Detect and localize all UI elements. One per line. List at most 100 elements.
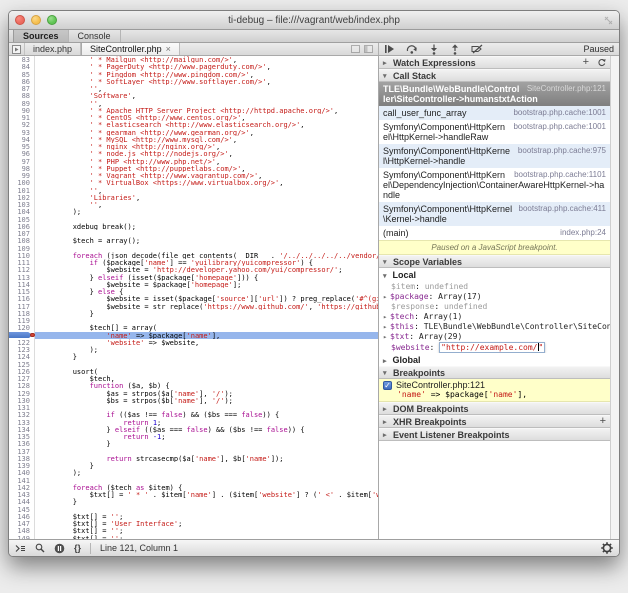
line-number[interactable]: 96 bbox=[9, 150, 35, 157]
close-tab-icon[interactable]: × bbox=[166, 44, 171, 54]
code-line[interactable]: 131 bbox=[9, 404, 378, 411]
scope-variable-row[interactable]: ▸$package: Array(17) bbox=[379, 291, 610, 301]
line-number[interactable]: 91 bbox=[9, 114, 35, 121]
call-stack-frame[interactable]: bootstrap.php.cache:1001Symfony\Componen… bbox=[379, 120, 610, 144]
line-number[interactable]: 84 bbox=[9, 63, 35, 70]
code-editor[interactable]: 83 ' * Mailgun <http://mailgun.com/>',84… bbox=[9, 56, 379, 539]
code-line[interactable]: 107 bbox=[9, 230, 378, 237]
line-number[interactable]: 113 bbox=[9, 274, 35, 281]
scope-local-group[interactable]: ▾ Local bbox=[379, 268, 610, 281]
line-number[interactable]: 107 bbox=[9, 230, 35, 237]
code-line[interactable]: 134 } elseif (($as === false) && ($bs !=… bbox=[9, 426, 378, 433]
code-line[interactable]: 127 $tech, bbox=[9, 375, 378, 382]
code-line[interactable]: 135 return -1; bbox=[9, 433, 378, 440]
line-number[interactable]: 102 bbox=[9, 194, 35, 201]
code-line[interactable]: 113 } elseif (isset($package['homepage']… bbox=[9, 274, 378, 281]
code-line[interactable]: 95 ' * nginx <http://nginx.org/>', bbox=[9, 143, 378, 150]
code-line[interactable]: 116 $website = isset($package['source'][… bbox=[9, 295, 378, 302]
line-number[interactable]: 133 bbox=[9, 419, 35, 426]
code-line[interactable]: 98 ' * Puppet <http://puppetlabs.com/>', bbox=[9, 165, 378, 172]
code-line[interactable]: 118 } bbox=[9, 310, 378, 317]
code-line[interactable]: 87 '', bbox=[9, 85, 378, 92]
scope-variable-row[interactable]: $website: "http://example.com/" bbox=[379, 341, 610, 353]
line-number[interactable]: 85 bbox=[9, 71, 35, 78]
code-line[interactable]: 143 $txt[] = ' * ' . $item['name'] . ($i… bbox=[9, 491, 378, 498]
code-line[interactable]: 102 'Libraries', bbox=[9, 194, 378, 201]
line-number[interactable]: 129 bbox=[9, 390, 35, 397]
line-number[interactable]: 93 bbox=[9, 129, 35, 136]
code-line[interactable]: 109 bbox=[9, 245, 378, 252]
tab-sources[interactable]: Sources bbox=[13, 30, 69, 42]
line-number[interactable]: 101 bbox=[9, 187, 35, 194]
pane-toggle-icon[interactable] bbox=[351, 45, 360, 53]
gear-icon[interactable] bbox=[601, 542, 613, 554]
line-number[interactable]: 111 bbox=[9, 259, 35, 266]
call-stack-header[interactable]: ▾ Call Stack bbox=[379, 69, 610, 82]
tab-console[interactable]: Console bbox=[69, 30, 121, 42]
code-line[interactable]: 96 ' * node.js <http://nodejs.org/>', bbox=[9, 150, 378, 157]
call-stack-frame[interactable]: bootstrap.php.cache:1101Symfony\Componen… bbox=[379, 168, 610, 202]
code-line[interactable]: 100 ' * VirtualBox <https://www.virtualb… bbox=[9, 179, 378, 186]
line-number[interactable]: 119 bbox=[9, 317, 35, 324]
scope-variables-header[interactable]: ▾ Scope Variables bbox=[379, 255, 610, 268]
line-number[interactable]: 144 bbox=[9, 498, 35, 505]
code-line[interactable]: 84 ' * PagerDuty <http://www.pagerduty.c… bbox=[9, 63, 378, 70]
line-number[interactable]: 120 bbox=[9, 324, 35, 331]
line-number[interactable]: 94 bbox=[9, 136, 35, 143]
line-number[interactable]: 131 bbox=[9, 404, 35, 411]
line-number[interactable]: 123 bbox=[9, 346, 35, 353]
code-line[interactable]: 121 'name' => $package['name'], bbox=[9, 332, 378, 339]
dom-breakpoints-header[interactable]: ▸ DOM Breakpoints bbox=[379, 402, 610, 415]
line-number[interactable]: 98 bbox=[9, 165, 35, 172]
sidebar-scrollbar[interactable] bbox=[610, 56, 619, 539]
code-line[interactable]: 141 bbox=[9, 477, 378, 484]
resume-button[interactable] bbox=[384, 44, 395, 54]
code-line[interactable]: 148 $txt[] = ''; bbox=[9, 527, 378, 534]
line-number[interactable]: 130 bbox=[9, 397, 35, 404]
line-number[interactable]: 117 bbox=[9, 303, 35, 310]
toggle-console-drawer-button[interactable] bbox=[15, 544, 26, 553]
code-line[interactable]: 111 if ($package['name'] == 'yuilibrary/… bbox=[9, 259, 378, 266]
chevron-right-icon[interactable]: ▸ bbox=[383, 313, 390, 321]
step-into-button[interactable] bbox=[429, 44, 439, 55]
line-number[interactable]: 83 bbox=[9, 56, 35, 63]
code-line[interactable]: 93 ' * gearman <http://www.gearman.org/>… bbox=[9, 129, 378, 136]
code-line[interactable]: 103 '', bbox=[9, 201, 378, 208]
pretty-print-button[interactable]: {} bbox=[74, 543, 81, 553]
code-line[interactable]: 117 $website = str_replace('https://www.… bbox=[9, 303, 378, 310]
step-over-button[interactable] bbox=[406, 44, 418, 54]
code-line[interactable]: 112 $website = 'http://developer.yahoo.c… bbox=[9, 266, 378, 273]
code-line[interactable]: 115 } else { bbox=[9, 288, 378, 295]
chevron-right-icon[interactable]: ▸ bbox=[383, 293, 390, 301]
line-number[interactable]: 128 bbox=[9, 382, 35, 389]
breakpoints-header[interactable]: ▾ Breakpoints bbox=[379, 366, 610, 379]
code-line[interactable]: 92 ' * elasticsearch <http://www.elastic… bbox=[9, 121, 378, 128]
add-xhr-breakpoint-icon[interactable]: + bbox=[600, 417, 606, 426]
line-number[interactable]: 136 bbox=[9, 440, 35, 447]
line-number[interactable]: 97 bbox=[9, 158, 35, 165]
line-number[interactable]: 135 bbox=[9, 433, 35, 440]
line-number[interactable]: 143 bbox=[9, 491, 35, 498]
code-line[interactable]: 122 'website' => $website, bbox=[9, 339, 378, 346]
pane-toggle-icon[interactable] bbox=[364, 45, 373, 53]
code-line[interactable]: 139 } bbox=[9, 462, 378, 469]
scope-variable-row[interactable]: ▸$this: TLE\Bundle\WebBundle\Controller\… bbox=[379, 321, 610, 331]
chevron-right-icon[interactable]: ▸ bbox=[383, 333, 390, 341]
add-watch-icon[interactable]: + bbox=[583, 58, 589, 67]
code-line[interactable]: 147 $txt[] = 'User Interface'; bbox=[9, 520, 378, 527]
line-number[interactable]: 126 bbox=[9, 368, 35, 375]
code-line[interactable]: 86 ' * SoftLayer <http://www.softlayer.c… bbox=[9, 78, 378, 85]
code-line[interactable]: 149 $txt[] = ''; bbox=[9, 535, 378, 540]
line-number[interactable]: 134 bbox=[9, 426, 35, 433]
code-line[interactable]: 146 $txt[] = ''; bbox=[9, 513, 378, 520]
line-number[interactable]: 99 bbox=[9, 172, 35, 179]
call-stack-frame[interactable]: bootstrap.php.cache:975Symfony\Component… bbox=[379, 144, 610, 168]
line-number[interactable]: 116 bbox=[9, 295, 35, 302]
line-number[interactable]: 106 bbox=[9, 223, 35, 230]
code-line[interactable]: 138 return strcasecmp($a['name'], $b['na… bbox=[9, 455, 378, 462]
line-number[interactable]: 109 bbox=[9, 245, 35, 252]
code-line[interactable]: 104 ); bbox=[9, 208, 378, 215]
refresh-icon[interactable] bbox=[597, 58, 606, 67]
line-number[interactable]: 87 bbox=[9, 85, 35, 92]
line-number[interactable]: 104 bbox=[9, 208, 35, 215]
